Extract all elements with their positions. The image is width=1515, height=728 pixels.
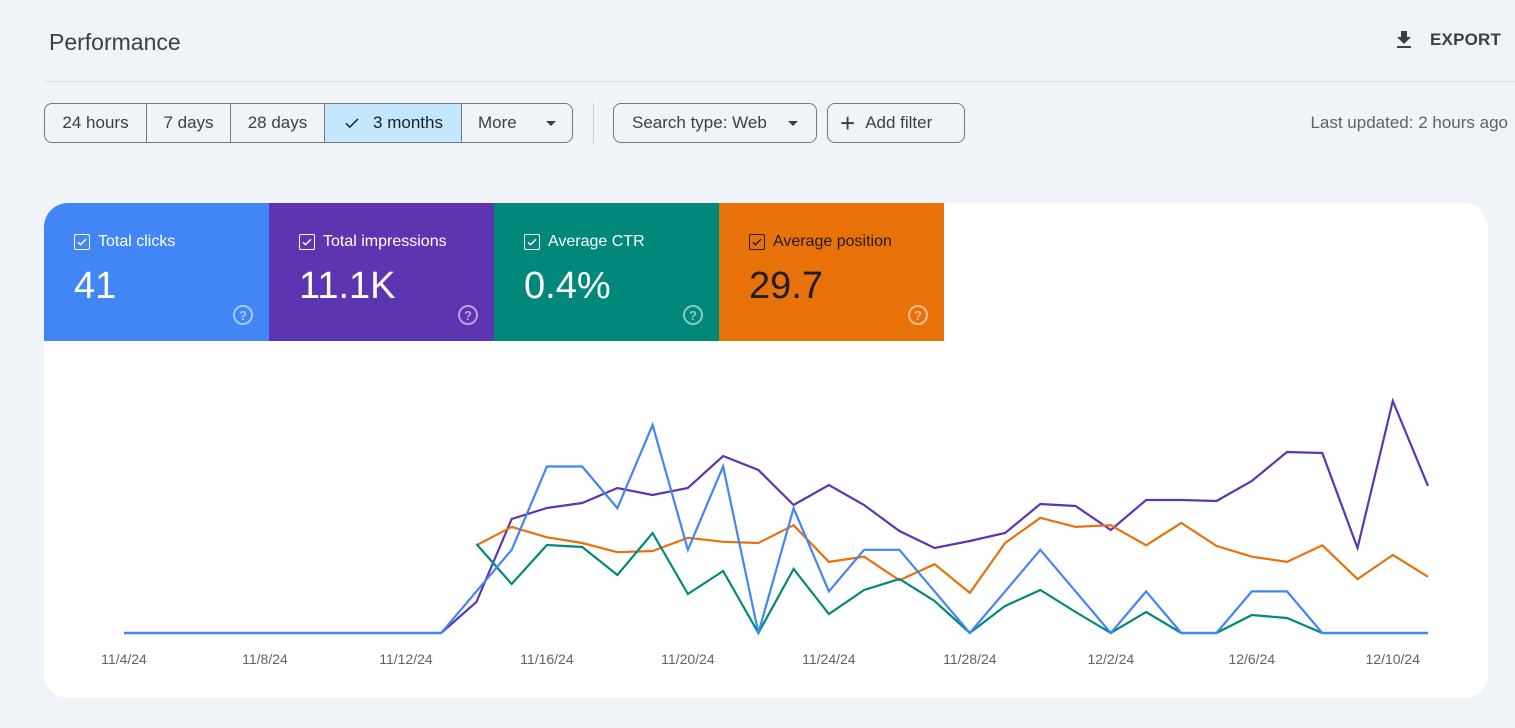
search-type-dropdown[interactable]: Search type: Web [613, 103, 817, 143]
metric-value: 11.1K [299, 265, 396, 307]
metric-value: 0.4% [524, 265, 611, 307]
range-label: 28 days [247, 113, 308, 132]
metric-label: Average position [773, 233, 892, 250]
range-3-months-button[interactable]: 3 months [325, 104, 462, 142]
x-tick-label: 11/28/24 [943, 651, 997, 667]
metric-value: 41 [74, 265, 117, 307]
metric-tile-average-ctr[interactable]: Average CTR 0.4% ? [494, 203, 719, 341]
range-more-dropdown[interactable]: More [462, 104, 572, 142]
metric-tiles: Total clicks 41 ? Total impressions 11.1… [44, 203, 944, 341]
help-icon[interactable]: ? [233, 305, 253, 325]
x-tick-label: 11/20/24 [661, 651, 715, 667]
x-tick-label: 11/16/24 [520, 651, 574, 667]
caret-down-icon [788, 120, 798, 126]
metric-tile-average-position[interactable]: Average position 29.7 ? [719, 203, 944, 341]
x-tick-label: 11/4/24 [101, 651, 147, 667]
range-label: More [478, 113, 517, 132]
checkbox-checked-icon[interactable] [74, 234, 90, 250]
last-updated-text: Last updated: 2 hours ago [1310, 113, 1508, 132]
range-7-days-button[interactable]: 7 days [147, 104, 231, 142]
add-filter-button[interactable]: + Add filter [827, 103, 965, 143]
search-type-label: Search type: Web [632, 113, 767, 132]
series-line-total-impressions [124, 397, 1430, 635]
filter-divider [593, 103, 594, 143]
export-button[interactable]: EXPORT [1392, 28, 1501, 52]
help-icon[interactable]: ? [683, 305, 703, 325]
help-icon[interactable]: ? [908, 305, 928, 325]
metric-tile-total-clicks[interactable]: Total clicks 41 ? [44, 203, 269, 341]
plus-icon: + [840, 108, 856, 138]
caret-down-icon [546, 120, 556, 126]
download-icon [1397, 31, 1411, 48]
add-filter-label: Add filter [865, 113, 933, 132]
series-line-average-ctr [475, 531, 1428, 636]
metric-value: 29.7 [749, 265, 823, 307]
metric-label: Average CTR [548, 233, 645, 250]
checkbox-checked-icon[interactable] [524, 234, 540, 250]
checkbox-checked-icon[interactable] [749, 234, 765, 250]
range-24-hours-button[interactable]: 24 hours [45, 104, 147, 142]
metric-label: Total clicks [98, 233, 176, 250]
x-tick-label: 12/10/24 [1366, 651, 1421, 667]
range-label: 24 hours [62, 113, 129, 132]
header-divider [44, 81, 1515, 82]
x-tick-label: 12/2/24 [1087, 651, 1134, 667]
series-line-average-position [475, 516, 1429, 595]
export-label: EXPORT [1430, 30, 1502, 49]
metric-label: Total impressions [323, 233, 447, 250]
x-tick-label: 11/24/24 [802, 651, 856, 667]
x-tick-label: 11/8/24 [242, 651, 288, 667]
range-28-days-button[interactable]: 28 days [231, 104, 325, 142]
x-tick-label: 11/12/24 [379, 651, 433, 667]
help-icon[interactable]: ? [458, 305, 478, 325]
x-tick-label: 12/6/24 [1228, 651, 1275, 667]
performance-card: 11/4/24 11/8/24 11/12/24 11/16/24 11/20/24 11… [44, 203, 1488, 698]
checkbox-checked-icon[interactable] [299, 234, 315, 250]
metric-tile-total-impressions[interactable]: Total impressions 11.1K ? [269, 203, 494, 341]
date-range-selector: 24 hours 7 days 28 days 3 months More [44, 103, 573, 143]
page-title: Performance [49, 29, 181, 55]
range-label: 3 months [373, 113, 443, 132]
range-label: 7 days [163, 113, 214, 132]
check-icon [345, 118, 359, 129]
